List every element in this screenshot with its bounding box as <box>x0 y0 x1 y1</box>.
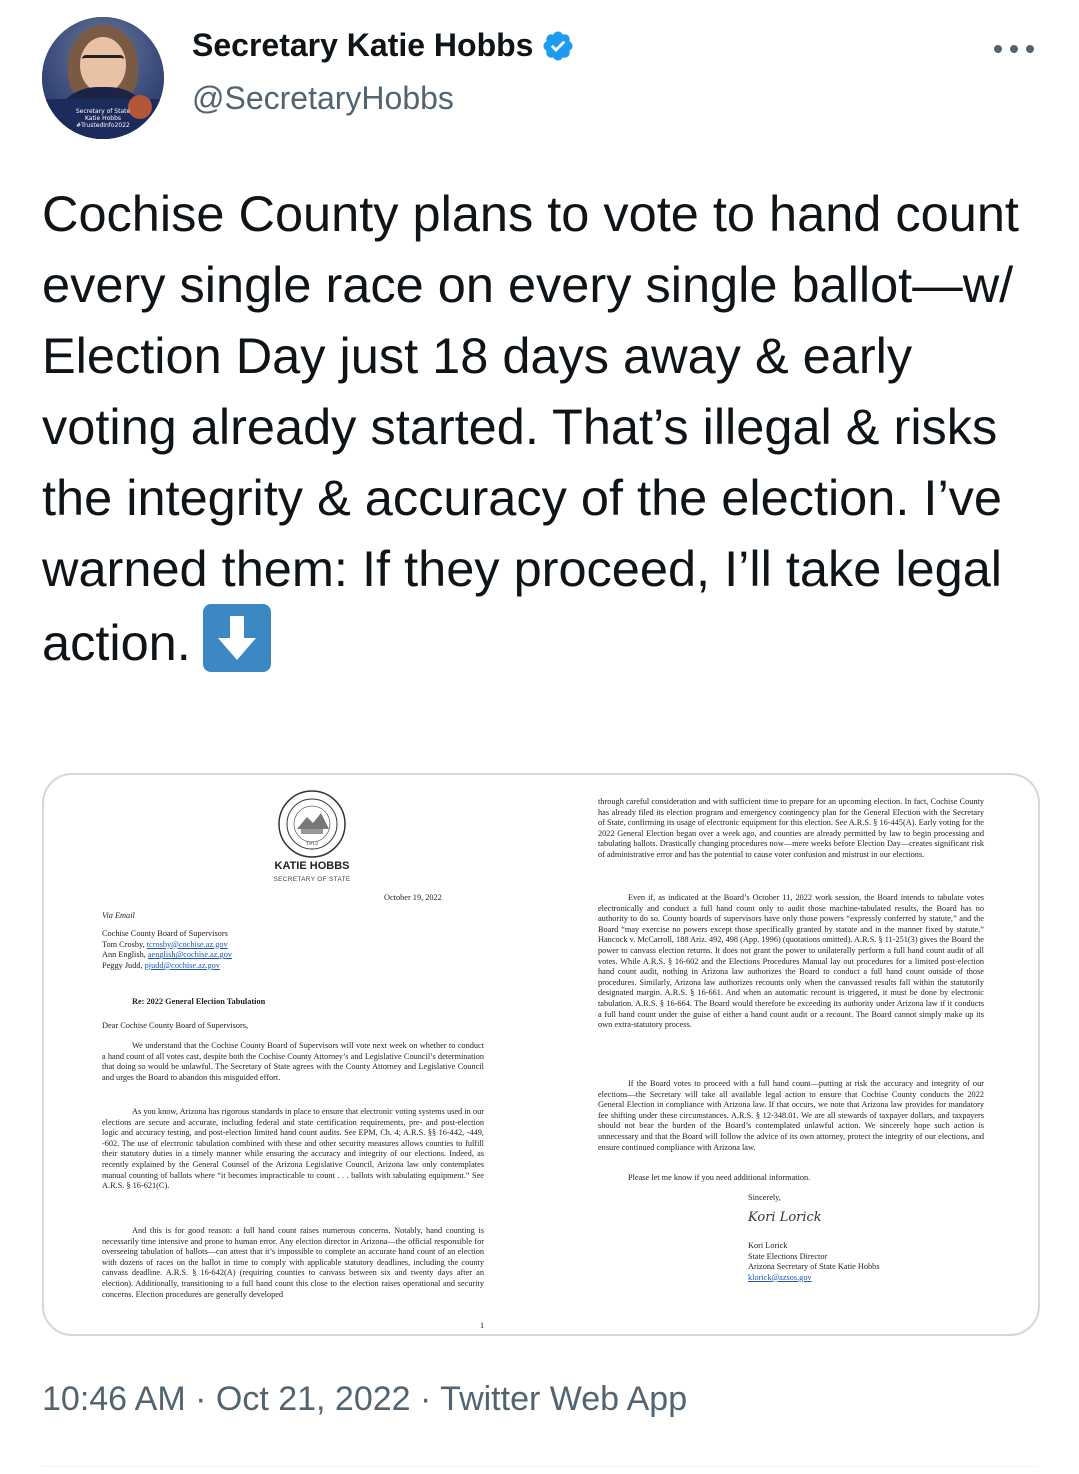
handwritten-signature: Kori Lorick <box>748 1210 822 1225</box>
tweet-date[interactable]: Oct 21, 2022 <box>216 1380 411 1418</box>
salutation: Dear Cochise County Board of Supervisors… <box>102 1021 249 1030</box>
tweet-meta: 10:46 AM · Oct 21, 2022 · Twitter Web Ap… <box>42 1380 688 1418</box>
paragraph: As you know, Arizona has rigorous standa… <box>102 1107 484 1191</box>
divider <box>42 1466 1037 1467</box>
arizona-state-seal-icon: 1912 <box>278 790 346 858</box>
paragraph: Even if, as indicated at the Board’s Oct… <box>598 893 984 1030</box>
svg-text:1912: 1912 <box>306 841 319 847</box>
letter-date: October 19, 2022 <box>384 893 442 902</box>
address-block: Cochise County Board of Supervisors Tom … <box>102 929 233 970</box>
tweet-text: Cochise County plans to vote to hand cou… <box>42 185 1019 672</box>
more-options-icon[interactable] <box>992 39 1036 59</box>
tweet-header: Secretary of State Katie Hobbs #TrustedI… <box>42 17 1042 141</box>
display-name[interactable]: Secretary Katie Hobbs <box>192 27 533 64</box>
email-link: tcrosby@cochise.az.gov <box>146 939 228 949</box>
signer-block: Kori Lorick State Elections Director Ari… <box>748 1241 880 1282</box>
avatar-caption: Secretary of State Katie Hobbs #TrustedI… <box>75 108 131 129</box>
paragraph: Please let me know if you need additiona… <box>628 1173 811 1182</box>
closing: Sincerely, <box>748 1193 781 1202</box>
document-page-2: through careful consideration and with s… <box>598 789 984 1329</box>
page-number: 1 <box>480 1321 485 1330</box>
letterhead-title: SECRETARY OF STATE <box>273 876 351 883</box>
attached-document-image[interactable]: 1912 KATIE HOBBS SECRETARY OF STATE Octo… <box>42 773 1040 1336</box>
email-link: aenglish@cochise.az.gov <box>147 950 233 960</box>
tweet-time[interactable]: 10:46 AM <box>42 1380 186 1418</box>
paragraph: through careful consideration and with s… <box>598 797 984 859</box>
via-email: Via Email <box>102 911 135 920</box>
email-link: pjudd@cochise.az.gov <box>144 960 221 970</box>
paragraph: We understand that the Cochise County Bo… <box>102 1041 484 1082</box>
user-handle[interactable]: @SecretaryHobbs <box>192 80 454 117</box>
tweet-source[interactable]: Twitter Web App <box>440 1380 687 1418</box>
paragraph: And this is for good reason: a full hand… <box>102 1226 484 1299</box>
subject-line: Re: 2022 General Election Tabulation <box>132 997 266 1006</box>
email-link: klorick@azsos.gov <box>748 1272 812 1282</box>
avatar[interactable]: Secretary of State Katie Hobbs #TrustedI… <box>42 17 164 139</box>
letterhead-name: KATIE HOBBS <box>274 860 350 872</box>
down-arrow-emoji-icon <box>202 604 271 672</box>
paragraph: If the Board votes to proceed with a ful… <box>598 1079 984 1152</box>
verified-badge-icon <box>543 30 573 61</box>
document-page-1: 1912 KATIE HOBBS SECRETARY OF STATE Octo… <box>102 789 512 1330</box>
